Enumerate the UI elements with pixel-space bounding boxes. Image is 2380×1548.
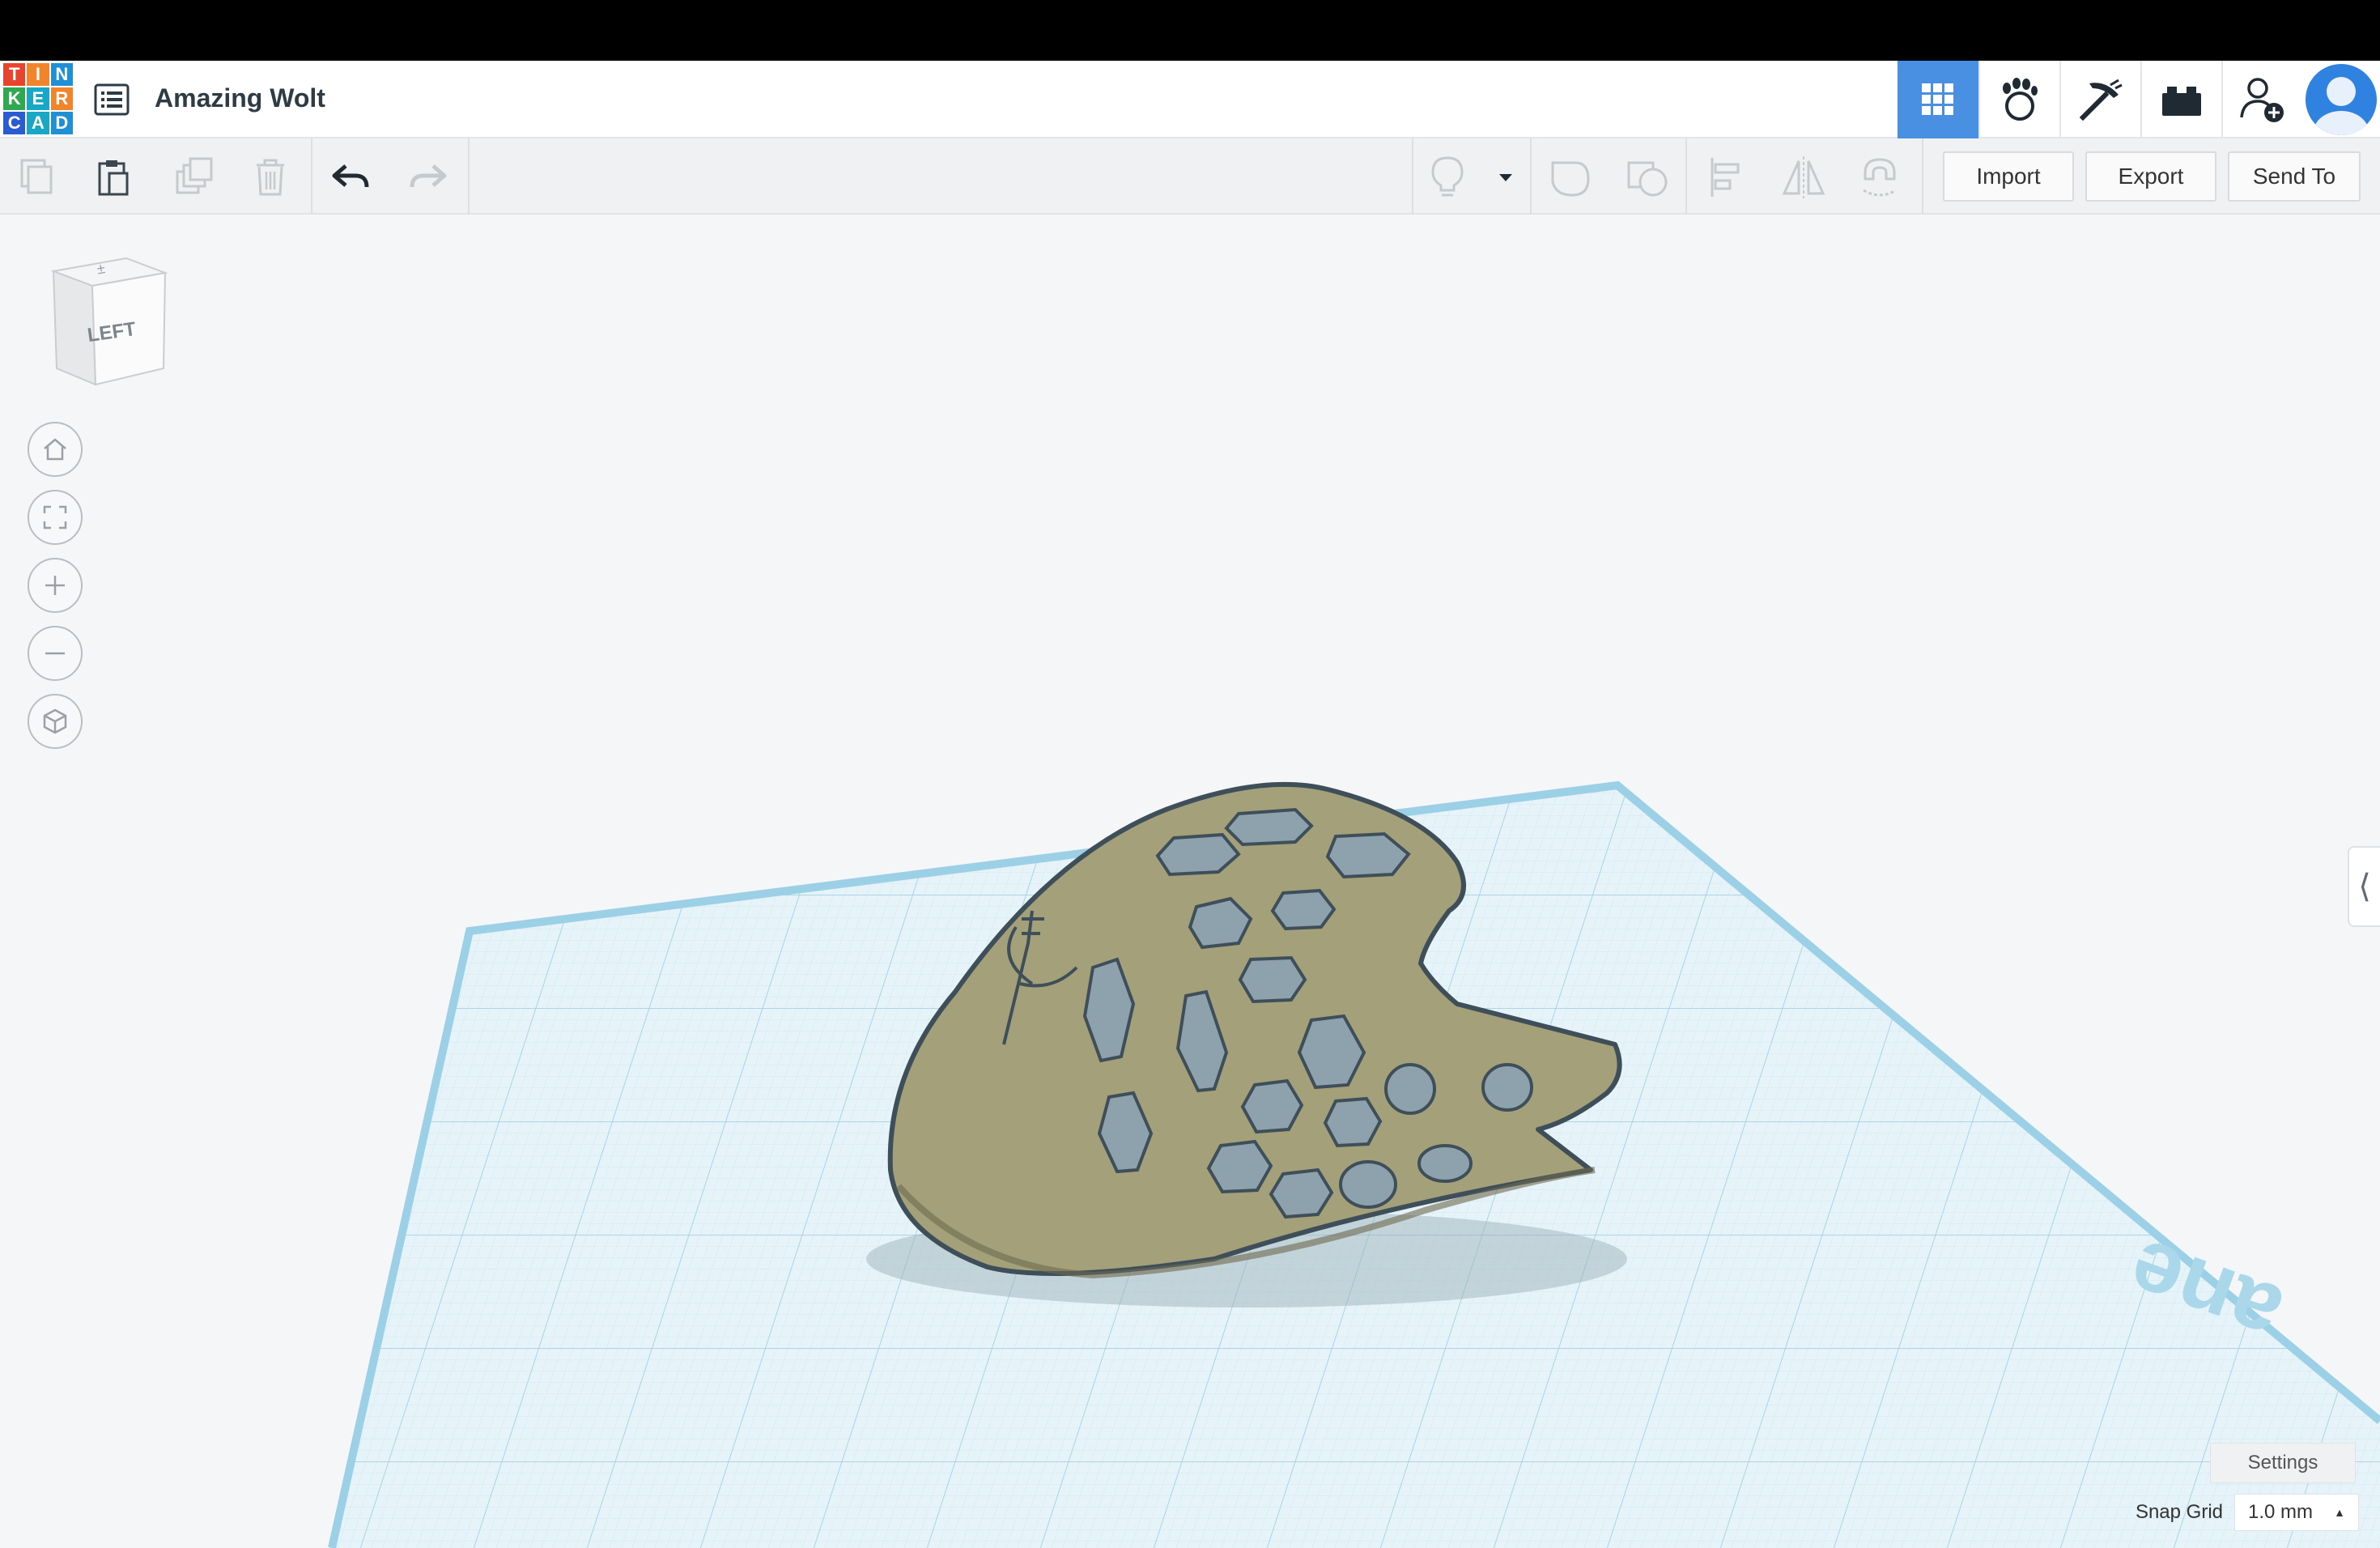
export-button[interactable]: Export — [2085, 151, 2216, 202]
design-list-button[interactable] — [91, 79, 133, 121]
3d-scene[interactable]: ane — [0, 215, 2380, 1548]
perspective-toggle-button[interactable] — [28, 694, 83, 749]
copy-icon — [20, 159, 53, 194]
snap-grid-select[interactable]: 1.0 mm ▲ — [2234, 1494, 2359, 1531]
ungroup-button[interactable] — [1626, 155, 1671, 200]
magnet-icon — [1863, 158, 1897, 197]
redo-icon — [410, 164, 447, 188]
perspective-icon — [43, 708, 67, 734]
notes-button[interactable] — [1425, 155, 1470, 200]
codeblocks-paw-icon — [2003, 78, 2038, 121]
group-icon — [1551, 161, 1590, 197]
undo-button[interactable] — [329, 155, 374, 200]
user-avatar-button[interactable] — [2302, 61, 2380, 138]
fit-view-icon — [43, 505, 67, 529]
project-title[interactable]: Amazing Wolt — [155, 83, 325, 113]
redo-button[interactable] — [405, 155, 450, 200]
edit-toolbar: Import Export Send To — [0, 138, 2380, 215]
mirror-icon — [1782, 156, 1825, 198]
align-icon — [1711, 158, 1740, 197]
list-icon — [94, 83, 130, 116]
trash-icon — [257, 159, 284, 196]
home-view-button[interactable] — [28, 422, 83, 477]
3d-design-view-button[interactable] — [1898, 61, 1978, 138]
duplicate-icon — [176, 157, 213, 194]
toolbar-divider — [1412, 138, 1413, 215]
undo-icon — [332, 164, 369, 188]
group-button[interactable] — [1548, 155, 1593, 200]
home-icon — [44, 438, 66, 461]
snap-grid-value: 1.0 mm — [2248, 1501, 2314, 1523]
notes-dropdown[interactable] — [1483, 155, 1528, 200]
grid-3d-icon — [1922, 83, 1953, 115]
duplicate-button[interactable] — [172, 155, 217, 200]
avatar — [2306, 64, 2377, 135]
toolbar-divider — [1685, 138, 1687, 215]
ungroup-icon — [1627, 161, 1668, 197]
pickaxe-icon — [2079, 79, 2123, 121]
shapes-panel-toggle[interactable]: ⟨ — [2348, 846, 2380, 927]
toolbar-divider — [311, 138, 312, 215]
toolbar-divider — [468, 138, 470, 215]
minecraft-mode-button[interactable] — [2059, 61, 2140, 138]
caret-down-icon — [1499, 174, 1512, 181]
logo-letter: I — [27, 63, 49, 86]
bricks-mode-button[interactable] — [2140, 61, 2221, 138]
app-header: T I N K E R C A D Amazing Wolt — [0, 61, 2380, 138]
copy-button[interactable] — [15, 155, 60, 200]
snap-grid-label: Snap Grid — [2135, 1501, 2223, 1523]
caret-up-icon: ▲ — [2334, 1506, 2345, 1519]
paste-icon — [98, 160, 129, 196]
logo-letter: K — [3, 87, 26, 110]
lightbulb-icon — [1431, 156, 1464, 197]
tinkercad-logo[interactable]: T I N K E R C A D — [3, 63, 73, 134]
delete-button[interactable] — [248, 155, 293, 200]
logo-letter: A — [27, 112, 49, 134]
zoom-in-icon — [45, 576, 65, 595]
mirror-button[interactable] — [1781, 155, 1826, 200]
cruise-button[interactable] — [1857, 155, 1902, 200]
add-user-icon — [2240, 78, 2284, 122]
logo-letter: N — [50, 63, 73, 86]
toolbar-divider — [1922, 138, 1923, 215]
zoom-out-icon — [45, 652, 65, 655]
workplane-area[interactable]: ane ± LEFT ⟨ Settings Snap Grid 1.0 mm ▲ — [0, 215, 2380, 1548]
chevron-left-icon: ⟨ — [2358, 869, 2371, 904]
logo-letter: E — [27, 87, 49, 110]
toolbar-divider — [1530, 138, 1532, 215]
codeblocks-button[interactable] — [1978, 61, 2059, 138]
snap-grid-control: Snap Grid 1.0 mm ▲ — [2136, 1492, 2359, 1533]
workplane-settings-button[interactable]: Settings — [2210, 1443, 2356, 1483]
top-black-strip — [0, 0, 2380, 61]
import-button[interactable]: Import — [1943, 151, 2074, 202]
fit-view-button[interactable] — [28, 490, 83, 545]
zoom-in-button[interactable] — [28, 558, 83, 613]
invite-collaborator-button[interactable] — [2221, 61, 2302, 138]
logo-letter: C — [3, 112, 26, 134]
align-button[interactable] — [1705, 155, 1750, 200]
view-cube[interactable]: ± LEFT — [47, 255, 168, 393]
zoom-out-button[interactable] — [28, 626, 83, 681]
send-to-button[interactable]: Send To — [2228, 151, 2361, 202]
brick-icon — [2162, 87, 2201, 116]
paste-button[interactable] — [91, 155, 136, 200]
logo-letter: D — [50, 112, 73, 134]
logo-letter: R — [50, 87, 73, 110]
avatar-icon — [2314, 77, 2369, 135]
logo-letter: T — [3, 63, 26, 86]
